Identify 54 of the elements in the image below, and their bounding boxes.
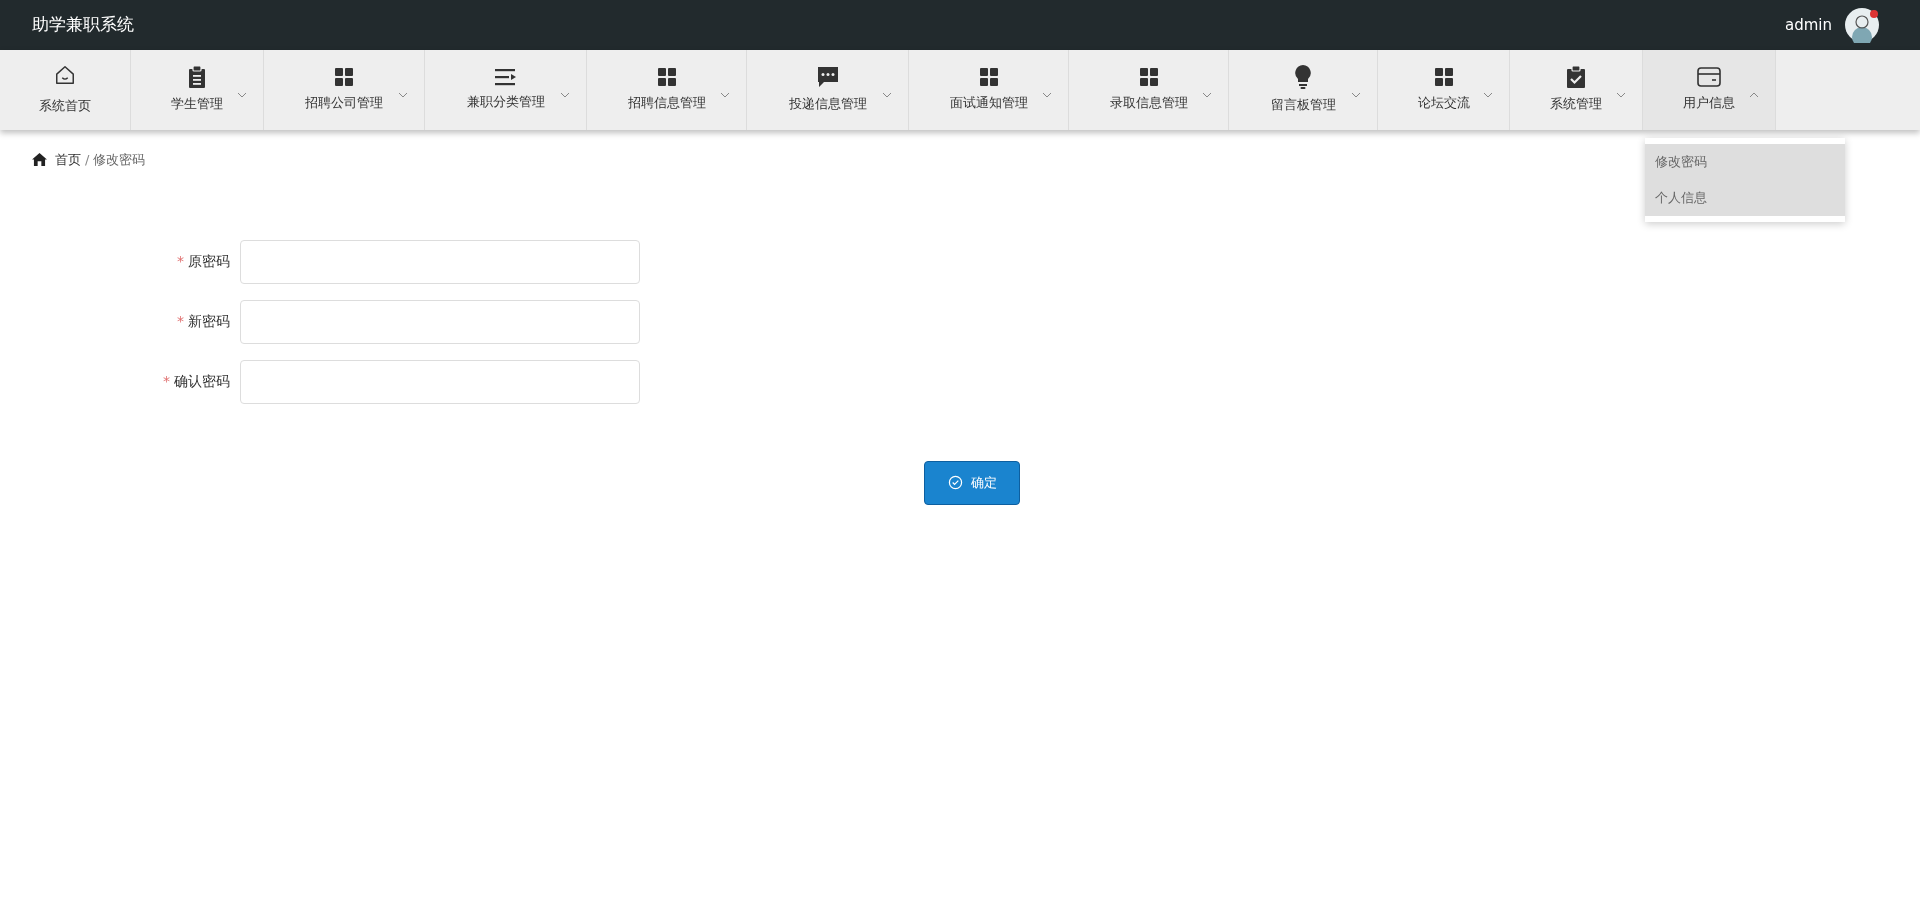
submit-button[interactable]: 确定 (924, 460, 1020, 505)
nav-item[interactable]: 录取信息管理 (1069, 50, 1229, 130)
chevron-icon (1042, 92, 1052, 98)
nav-item[interactable]: 系统管理 (1510, 50, 1643, 130)
chevron-icon (560, 92, 570, 98)
grid-icon (334, 67, 354, 88)
password-field[interactable] (240, 359, 640, 404)
breadcrumb-separator: / (85, 151, 90, 169)
chevron-icon (882, 92, 892, 98)
check-circle-icon (947, 475, 963, 490)
required-asterisk: * (177, 252, 184, 271)
grid-icon (1433, 67, 1454, 88)
nav-item[interactable]: 面试通知管理 (909, 50, 1069, 130)
app-title: 助学兼职系统 (32, 13, 134, 37)
breadcrumb-current: 修改密码 (93, 151, 146, 169)
chevron-icon (1483, 92, 1493, 98)
card-icon (1697, 67, 1721, 88)
dropdown-item[interactable]: 修改密码 (1645, 144, 1845, 180)
breadcrumb-link[interactable]: 首页 (55, 150, 81, 170)
chevron-icon (1202, 92, 1212, 98)
nav-item[interactable]: 兼职分类管理 (425, 50, 587, 130)
required-asterisk: * (177, 312, 184, 331)
home-icon (54, 64, 76, 87)
grid-icon (1138, 67, 1159, 88)
chevron-icon (1616, 92, 1626, 98)
chevron-icon (1749, 92, 1759, 98)
nav-item[interactable]: 系统首页 (0, 50, 131, 130)
avatar-icon[interactable] (1844, 7, 1880, 43)
password-field[interactable] (240, 299, 640, 344)
nav-item[interactable]: 招聘公司管理 (264, 50, 425, 130)
grid-icon (656, 67, 677, 88)
dropdown-item[interactable]: 个人信息 (1645, 180, 1845, 216)
chevron-icon (237, 92, 247, 98)
chevron-icon (720, 92, 730, 98)
chat-icon (816, 66, 839, 89)
clipboard-check-icon (1566, 66, 1586, 89)
grid-icon (978, 67, 999, 88)
lightbulb-icon (1294, 65, 1312, 90)
clipboard-icon (187, 66, 207, 89)
chevron-icon (398, 92, 408, 98)
required-asterisk: * (163, 372, 170, 391)
password-field[interactable] (240, 239, 640, 284)
nav-item[interactable]: 招聘信息管理 (587, 50, 747, 130)
field-label: 新密码 (188, 312, 230, 331)
nav-item[interactable]: 留言板管理 (1229, 50, 1378, 130)
nav-item[interactable]: 投递信息管理 (747, 50, 909, 130)
home-icon (32, 153, 47, 167)
nav-item[interactable]: 学生管理 (131, 50, 264, 130)
list-icon (494, 68, 517, 87)
chevron-icon (1351, 92, 1361, 98)
nav-item[interactable]: 论坛交流 (1378, 50, 1510, 130)
username[interactable]: admin (1785, 13, 1832, 37)
field-label: 确认密码 (174, 372, 230, 391)
field-label: 原密码 (188, 252, 230, 271)
